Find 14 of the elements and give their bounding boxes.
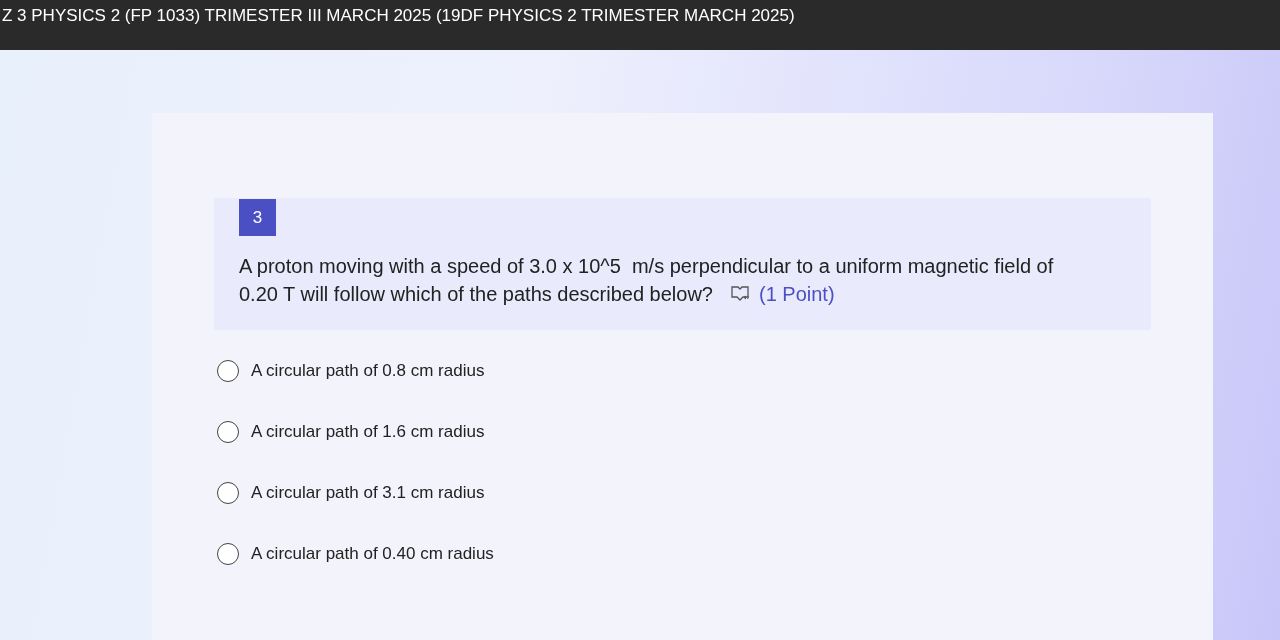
radio-button[interactable] (217, 542, 239, 565)
immersive-reader-icon[interactable] (731, 285, 751, 303)
radio-button[interactable] (217, 420, 239, 443)
points-label: (1 Point) (759, 282, 835, 307)
question-number: 3 (239, 199, 276, 236)
question-text: A proton moving with a speed of 3.0 x 10^5 m/s perpendicular to a uniform magnetic field of (239, 254, 1055, 279)
question-text: 0.20 T will follow which of the paths described below? (239, 282, 713, 307)
quiz-title: Z 3 PHYSICS 2 (FP 1033) TRIMESTER III MARCH 2025 (19DF PHYSICS 2 TRIMESTER MARCH 2025) (2, 6, 795, 26)
option-label[interactable]: A circular path of 0.40 cm radius (251, 543, 494, 564)
option-label[interactable]: A circular path of 1.6 cm radius (251, 421, 485, 442)
option-label[interactable]: A circular path of 0.8 cm radius (251, 360, 485, 381)
radio-button[interactable] (217, 481, 239, 504)
radio-button[interactable] (217, 359, 239, 382)
option-label[interactable]: A circular path of 3.1 cm radius (251, 482, 485, 503)
